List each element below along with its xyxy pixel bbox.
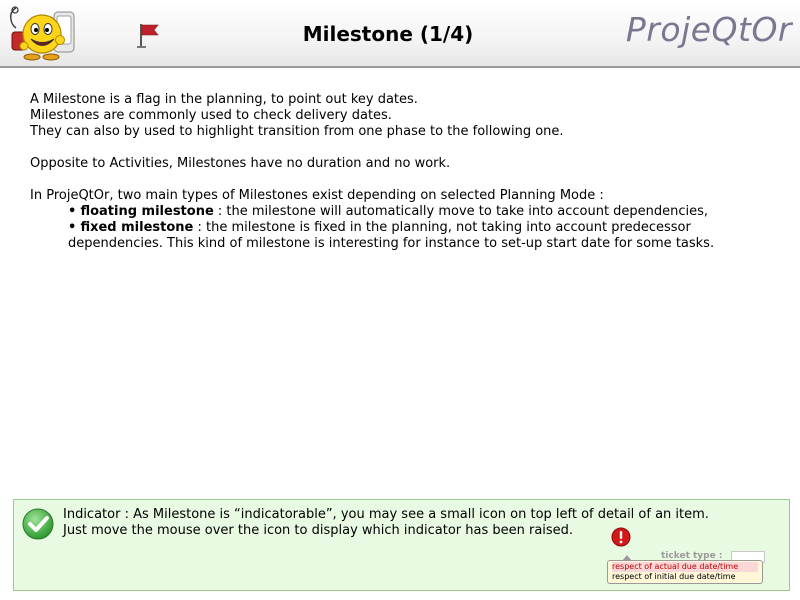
brand-logo-text: ProjeQtOr xyxy=(625,10,792,49)
bullet-term: fixed milestone xyxy=(80,220,194,235)
tooltip-tail xyxy=(622,555,632,561)
paragraph-line: Milestones are commonly used to check de… xyxy=(30,108,392,123)
main-content: A Milestone is a flag in the planning, t… xyxy=(30,92,780,252)
paragraph-line: Opposite to Activities, Milestones have … xyxy=(30,156,451,171)
tooltip-line: respect of initial due date/time xyxy=(612,572,736,581)
indicator-demo: ticket type : respect of actual due date… xyxy=(605,527,767,587)
header-bar: Milestone (1/4) ProjeQtOr xyxy=(0,0,800,68)
bullet-symbol: • xyxy=(68,220,77,235)
check-icon xyxy=(22,508,54,540)
exclamation-alert-icon[interactable] xyxy=(611,527,631,547)
paragraph-line: A Milestone is a flag in the planning, t… xyxy=(30,92,418,107)
bullet-item-floating: • floating milestone : the milestone wil… xyxy=(30,204,780,220)
paragraph-line: They can also by used to highlight trans… xyxy=(30,124,564,139)
tooltip-line: respect of actual due date/time xyxy=(612,562,758,572)
note-line: Indicator : As Milestone is “indicatorab… xyxy=(63,507,709,522)
bullet-text: : the milestone will automatically move … xyxy=(213,204,709,219)
paragraph-line: In ProjeQtOr, two main types of Mileston… xyxy=(30,188,604,203)
bullet-symbol: • xyxy=(68,204,77,219)
indicator-tooltip: respect of actual due date/time respect … xyxy=(607,555,763,584)
bullet-item-fixed: • fixed milestone : the milestone is fix… xyxy=(30,220,780,252)
bullet-term: floating milestone xyxy=(80,204,214,219)
